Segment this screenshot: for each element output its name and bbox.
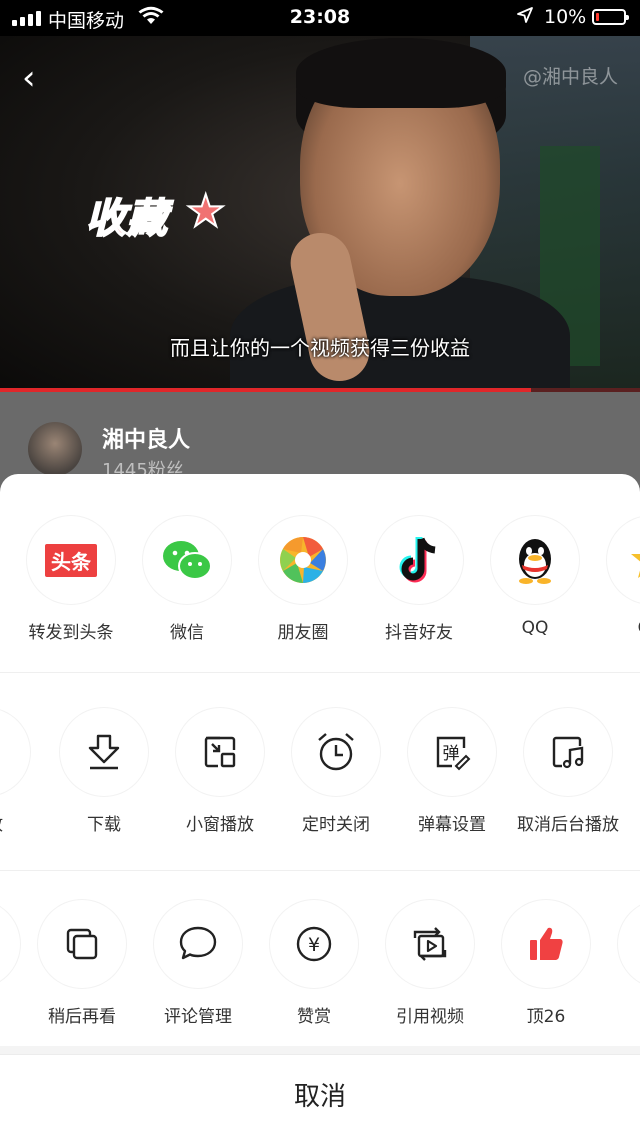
- douyin-icon: [375, 516, 463, 604]
- share-qzone-label: QQ: [593, 618, 640, 638]
- tool-background-play-label: 取消后台播放: [517, 815, 619, 835]
- tool-danmaku-button[interactable]: 弹 弹幕设置: [394, 708, 510, 835]
- video-player[interactable]: ‹ @湘中良人 收藏 ★ 而且让你的一个视频获得三份收益: [0, 36, 640, 392]
- quote-video-label: 引用视频: [396, 1007, 464, 1027]
- row-divider: [0, 870, 640, 871]
- thumbs-up-button[interactable]: 顶26: [488, 900, 604, 1027]
- share-wechat-button[interactable]: 微信: [129, 516, 245, 643]
- thumbs-up-icon: [502, 900, 590, 988]
- play-icon: [0, 708, 30, 796]
- svg-text:¥: ¥: [308, 934, 320, 956]
- background-music-icon: [524, 708, 612, 796]
- battery-percent: 10%: [544, 6, 587, 28]
- author-name[interactable]: 湘中良人: [102, 422, 190, 454]
- danmaku-icon: 弹: [408, 708, 496, 796]
- comment-manage-button[interactable]: 评论管理: [140, 900, 256, 1027]
- yuan-icon: ¥: [270, 900, 358, 988]
- video-subtitle: 而且让你的一个视频获得三份收益: [170, 336, 470, 360]
- collect-sticker: 收藏: [85, 195, 168, 243]
- share-qzone-button[interactable]: QQ: [593, 516, 640, 638]
- tool-timer-label: 定时关闭: [302, 815, 370, 835]
- battery-icon: [592, 9, 629, 25]
- share-row: 头条 转发到头条 微信 朋友圈 抖音好友 QQ: [0, 516, 640, 706]
- reward-label: 赞赏: [297, 1007, 331, 1027]
- quote-video-button[interactable]: 引用视频: [372, 900, 488, 1027]
- wechat-icon: [143, 516, 231, 604]
- tool-download-button[interactable]: 下载: [46, 708, 162, 835]
- comment-manage-label: 评论管理: [164, 1007, 232, 1027]
- status-bar: 中国移动 23:08 10%: [0, 0, 640, 36]
- tool-mini-window-label: 小窗播放: [186, 815, 254, 835]
- tool-download-label: 下载: [87, 815, 121, 835]
- svg-text:弹: 弹: [443, 744, 460, 764]
- tool-mini-window-button[interactable]: 小窗播放: [162, 708, 278, 835]
- tool-play-button[interactable]: 播放: [0, 708, 44, 835]
- thumbs-up-label: 顶26: [526, 1007, 566, 1027]
- row-divider: [0, 672, 640, 673]
- share-toutiao-label: 转发到头条: [28, 623, 114, 643]
- share-douyin-button[interactable]: 抖音好友: [361, 516, 477, 643]
- share-sheet: 头条 转发到头条 微信 朋友圈 抖音好友 QQ 下载 小窗播放 定时关闭 弹 弹…: [0, 474, 640, 1138]
- qzone-icon: [607, 516, 640, 604]
- tool-timer-button[interactable]: 定时关闭: [278, 708, 394, 835]
- download-icon: [60, 708, 148, 796]
- moments-icon: [259, 516, 347, 604]
- more-partial-right[interactable]: [604, 900, 640, 988]
- watch-later-label: 稍后再看: [48, 1007, 116, 1027]
- reward-button[interactable]: ¥ 赞赏: [256, 900, 372, 1027]
- video-watermark: @湘中良人: [522, 66, 618, 88]
- alarm-clock-icon: [292, 708, 380, 796]
- share-toutiao-button[interactable]: 头条 转发到头条: [13, 516, 129, 643]
- qq-icon: [491, 516, 579, 604]
- partial-icon: [0, 900, 20, 988]
- share-qq-label: QQ: [521, 618, 549, 638]
- share-qq-button[interactable]: QQ: [477, 516, 593, 638]
- watch-later-icon: [38, 900, 126, 988]
- watch-later-button[interactable]: 稍后再看: [24, 900, 140, 1027]
- tool-play-label: 播放: [0, 810, 44, 835]
- tool-background-play-button[interactable]: 取消后台播放: [510, 708, 626, 835]
- share-douyin-label: 抖音好友: [385, 623, 453, 643]
- share-wechat-label: 微信: [170, 623, 204, 643]
- quote-video-icon: [386, 900, 474, 988]
- share-moments-label: 朋友圈: [277, 623, 329, 643]
- back-chevron-icon[interactable]: ‹: [22, 58, 36, 98]
- mini-window-icon: [176, 708, 264, 796]
- comment-icon: [154, 900, 242, 988]
- toutiao-icon: 头条: [27, 516, 115, 604]
- share-moments-button[interactable]: 朋友圈: [245, 516, 361, 643]
- location-arrow-icon: [516, 6, 534, 29]
- star-icon: ★: [185, 185, 226, 238]
- avatar[interactable]: [28, 422, 82, 476]
- tool-danmaku-label: 弹幕设置: [418, 815, 486, 835]
- cancel-button[interactable]: 取消: [0, 1054, 640, 1138]
